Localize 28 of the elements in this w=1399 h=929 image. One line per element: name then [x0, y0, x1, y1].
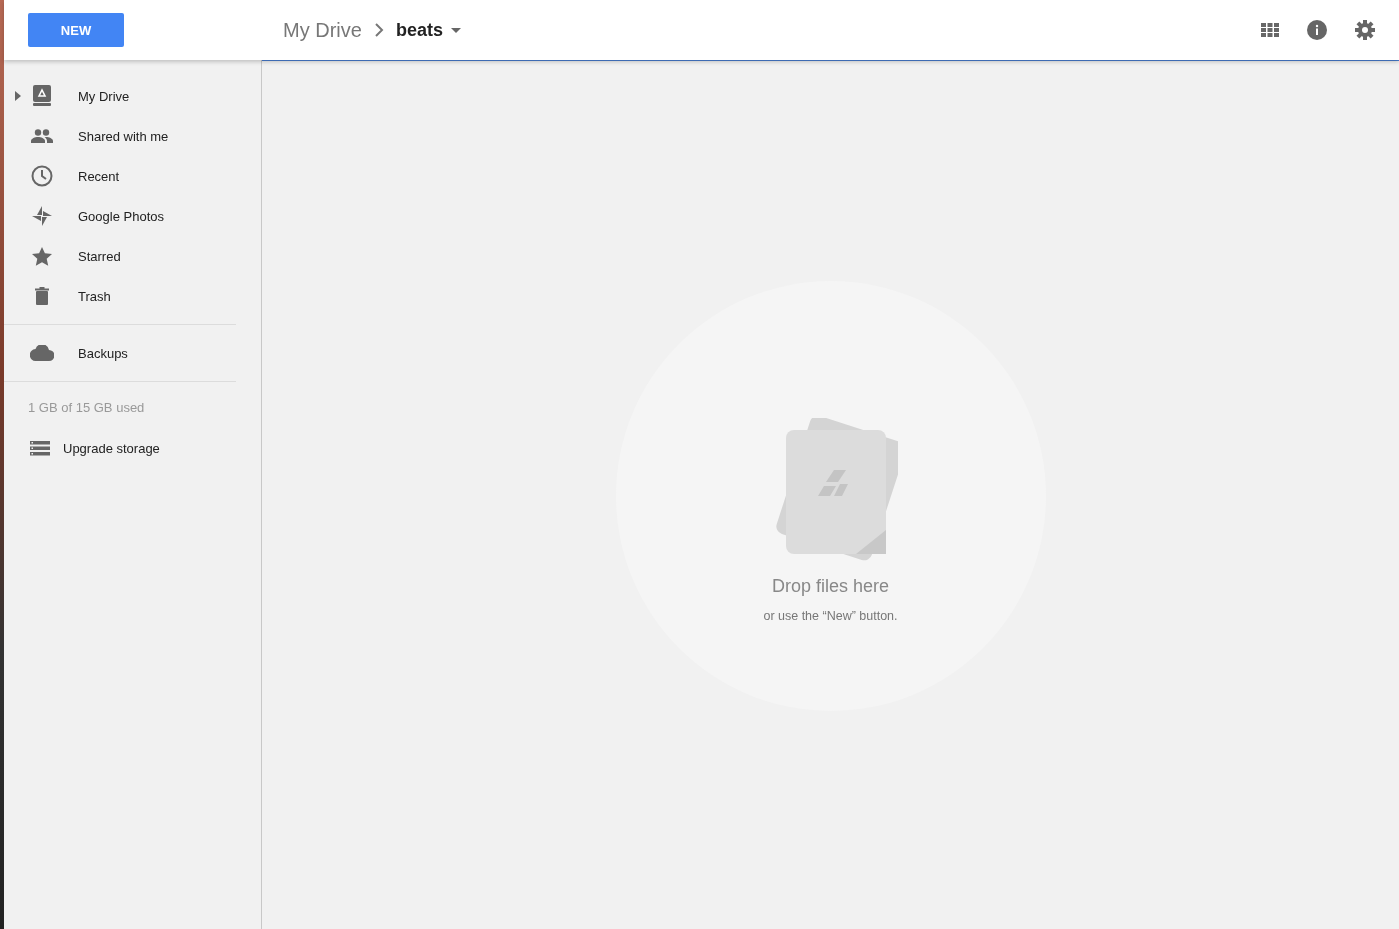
settings-icon[interactable] — [1355, 20, 1375, 40]
nav-item[interactable]: Recent — [4, 156, 236, 196]
expand-triangle-icon[interactable] — [15, 91, 21, 101]
new-button[interactable]: NEW — [28, 13, 124, 47]
empty-state-title: Drop files here — [771, 576, 890, 597]
storage-icon — [30, 441, 50, 456]
drive-icon — [32, 85, 52, 107]
star-icon — [32, 246, 52, 266]
nav-item[interactable]: Google Photos — [4, 196, 236, 236]
storage-usage-text: 1 GB of 15 GB used — [27, 399, 146, 415]
nav-item[interactable]: Starred — [4, 236, 236, 276]
pinwheel-icon — [32, 206, 52, 226]
people-icon — [31, 129, 53, 143]
nav-item[interactable]: My Drive — [4, 76, 236, 116]
nav-item[interactable]: Shared with me — [4, 116, 236, 156]
breadcrumb-item[interactable]: beats — [395, 19, 443, 41]
upgrade-storage-link[interactable]: Upgrade storage — [4, 415, 261, 456]
info-icon[interactable] — [1307, 20, 1327, 40]
trash-icon — [35, 287, 49, 305]
caret-down-icon[interactable] — [450, 27, 461, 33]
cloud-icon — [30, 345, 54, 361]
breadcrumb-item[interactable]: My Drive — [283, 18, 362, 42]
clock-icon — [31, 165, 53, 187]
nav-item[interactable]: Trash — [4, 276, 236, 316]
nav-item[interactable]: Backups — [4, 333, 236, 373]
empty-state-hint: or use the “New” button. — [763, 609, 898, 623]
grid-view-icon[interactable] — [1261, 23, 1279, 37]
chevron-right-icon — [373, 23, 384, 37]
